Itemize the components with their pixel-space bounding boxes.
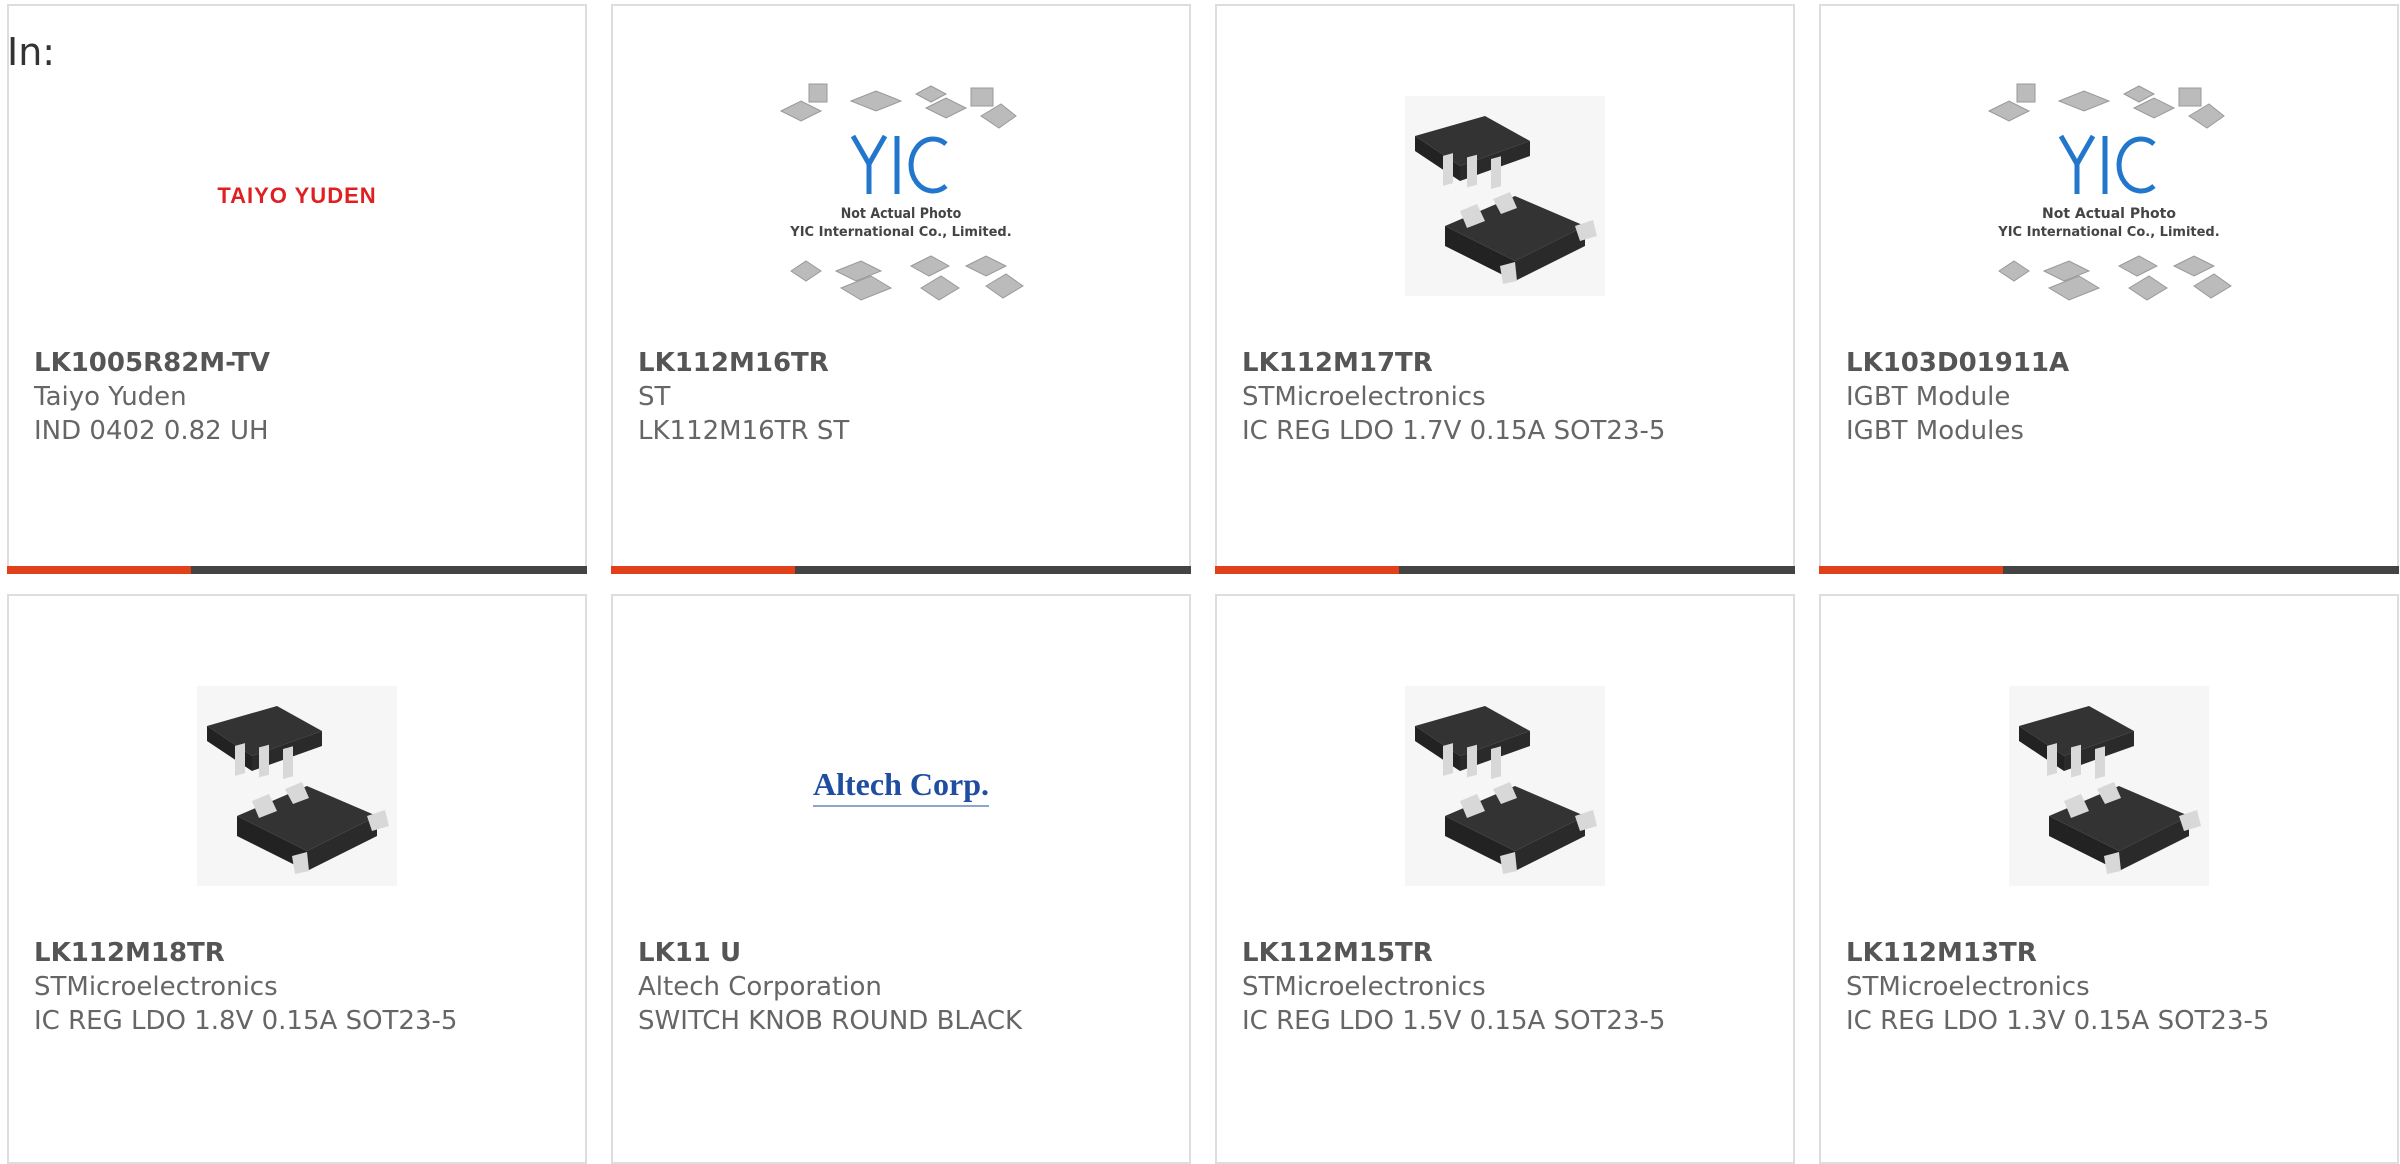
card-bottom-bar	[1215, 566, 1795, 574]
product-image[interactable]	[9, 636, 585, 936]
taiyo-yuden-logo-icon: TAIYO YUDEN	[217, 183, 377, 208]
product-card[interactable]: LK112M17TR STMicroelectronics IC REG LDO…	[1215, 4, 1795, 574]
manufacturer: Altech Corporation	[638, 972, 882, 1002]
placeholder-line2: YIC International Co., Limited.	[789, 225, 1011, 240]
card-bottom-bar	[1819, 566, 2399, 574]
part-number[interactable]: LK112M13TR	[1846, 936, 2377, 970]
product-card[interactable]: Altech Corp. LK11 U Altech Corporation S…	[611, 594, 1191, 1164]
description: IC REG LDO 1.8V 0.15A SOT23-5	[34, 1006, 458, 1036]
placeholder-line1: Not Actual Photo	[2042, 206, 2176, 222]
placeholder-line2: YIC International Co., Limited.	[1997, 225, 2219, 240]
description: LK112M16TR ST	[638, 416, 850, 446]
card-bottom-bar	[611, 566, 1191, 574]
product-image[interactable]	[1217, 46, 1793, 346]
part-number[interactable]: LK1005R82M-TV	[34, 346, 565, 380]
description: IND 0402 0.82 UH	[34, 416, 269, 446]
sot23-chip-icon	[2009, 686, 2209, 886]
manufacturer: ST	[638, 382, 671, 412]
product-card[interactable]: TAIYO YUDEN LK1005R82M-TV Taiyo Yuden IN…	[7, 4, 587, 574]
part-number[interactable]: LK112M18TR	[34, 936, 565, 970]
card-bottom-bar	[7, 566, 587, 574]
product-card[interactable]: LK112M18TR STMicroelectronics IC REG LDO…	[7, 594, 587, 1164]
product-image[interactable]: Not Actual Photo YIC International Co., …	[1821, 46, 2397, 346]
part-number[interactable]: LK112M15TR	[1242, 936, 1773, 970]
sot23-chip-icon	[197, 686, 397, 886]
description: IC REG LDO 1.7V 0.15A SOT23-5	[1242, 416, 1666, 446]
in-label: In:	[7, 30, 56, 74]
product-card[interactable]: LK112M13TR STMicroelectronics IC REG LDO…	[1819, 594, 2399, 1164]
manufacturer: STMicroelectronics	[34, 972, 278, 1002]
manufacturer: IGBT Module	[1846, 382, 2011, 412]
part-number[interactable]: LK112M16TR	[638, 346, 1169, 380]
description: IGBT Modules	[1846, 416, 2024, 446]
product-grid: TAIYO YUDEN LK1005R82M-TV Taiyo Yuden IN…	[7, 4, 2400, 1164]
product-card[interactable]: Not Actual Photo YIC International Co., …	[611, 4, 1191, 574]
product-image[interactable]	[1821, 636, 2397, 936]
product-image[interactable]: Not Actual Photo YIC International Co., …	[613, 46, 1189, 346]
manufacturer: STMicroelectronics	[1242, 972, 1486, 1002]
description: SWITCH KNOB ROUND BLACK	[638, 1006, 1023, 1036]
product-image[interactable]	[1217, 636, 1793, 936]
description: IC REG LDO 1.5V 0.15A SOT23-5	[1242, 1006, 1666, 1036]
sot23-chip-icon	[1405, 686, 1605, 886]
placeholder-line1: Not Actual Photo	[841, 206, 962, 222]
yic-placeholder-icon: Not Actual Photo YIC International Co., …	[779, 83, 1024, 301]
product-card[interactable]: LK112M15TR STMicroelectronics IC REG LDO…	[1215, 594, 1795, 1164]
manufacturer: Taiyo Yuden	[34, 382, 187, 412]
product-card[interactable]: Not Actual Photo YIC International Co., …	[1819, 4, 2399, 574]
product-image[interactable]: TAIYO YUDEN	[9, 46, 585, 346]
part-number[interactable]: LK103D01911A	[1846, 346, 2377, 380]
sot23-chip-icon	[1405, 96, 1605, 296]
description: IC REG LDO 1.3V 0.15A SOT23-5	[1846, 1006, 2270, 1036]
manufacturer: STMicroelectronics	[1846, 972, 2090, 1002]
part-number[interactable]: LK11 U	[638, 936, 1169, 970]
altech-logo-icon: Altech Corp.	[813, 766, 989, 807]
manufacturer: STMicroelectronics	[1242, 382, 1486, 412]
product-image[interactable]: Altech Corp.	[613, 636, 1189, 936]
part-number[interactable]: LK112M17TR	[1242, 346, 1773, 380]
yic-placeholder-icon: Not Actual Photo YIC International Co., …	[1987, 83, 2232, 301]
